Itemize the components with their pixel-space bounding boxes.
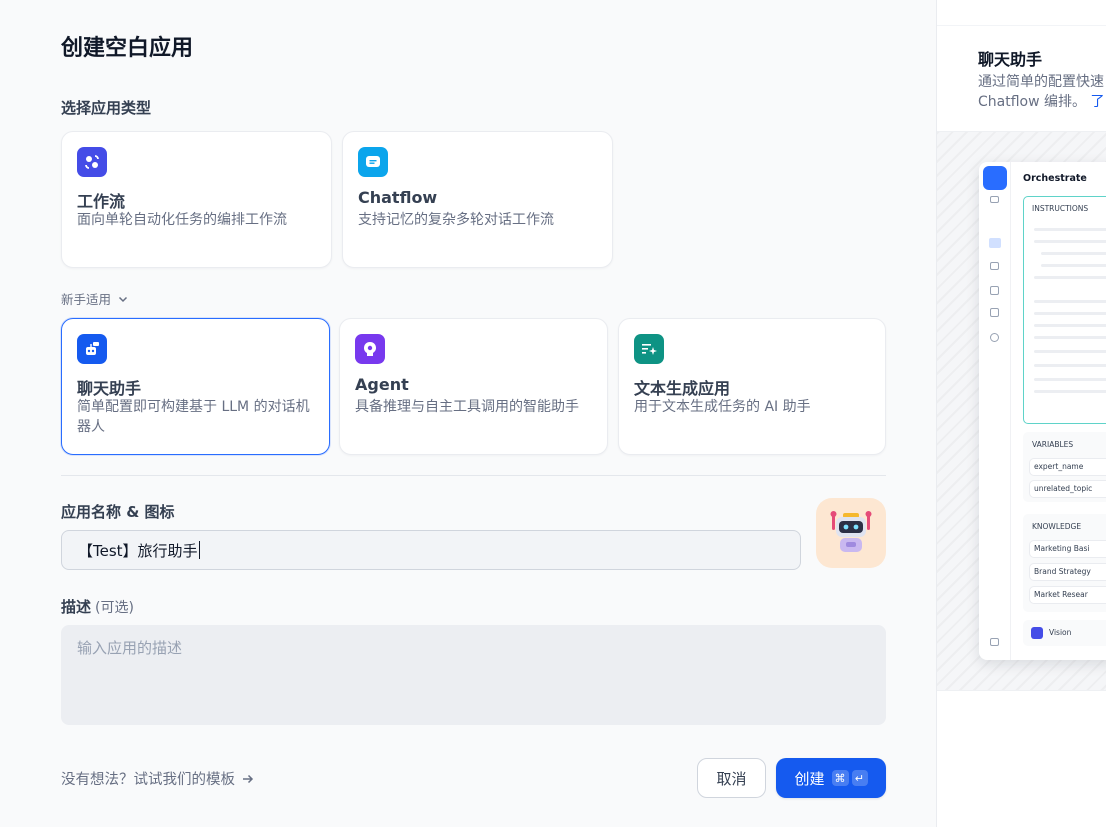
- arrow-right-icon: [243, 774, 254, 783]
- terminal-icon: [990, 262, 999, 270]
- card-title: Chatflow: [358, 188, 438, 207]
- template-link-text: 没有想法？试试我们的模板: [61, 772, 235, 788]
- card-chatflow[interactable]: Chatflow 支持记忆的复杂多轮对话工作流: [342, 131, 613, 268]
- card-chatbot[interactable]: 聊天助手 简单配置即可构建基于 LLM 的对话机器人: [61, 318, 330, 455]
- app-name-input[interactable]: 【Test】旅行助手: [61, 530, 801, 570]
- preview-sidebar: [979, 162, 1011, 660]
- card-desc: 简单配置即可构建基于 LLM 的对话机器人: [77, 399, 310, 435]
- description-placeholder: 输入应用的描述: [77, 639, 183, 657]
- preview-desc-line2: Chatflow 编排。: [978, 94, 1087, 110]
- placeholder-bar: [1034, 336, 1106, 339]
- enter-key: ↵: [851, 770, 868, 786]
- instructions-label: INSTRUCTIONS: [1032, 204, 1089, 213]
- workflow-icon: [77, 147, 107, 177]
- vision-label: Vision: [1049, 628, 1072, 637]
- card-workflow[interactable]: 工作流 面向单轮自动化任务的编排工作流: [61, 131, 332, 268]
- card-text-generator[interactable]: 文本生成应用 用于文本生成任务的 AI 助手: [618, 318, 886, 455]
- beginner-toggle[interactable]: 新手适用: [61, 289, 129, 308]
- variable-name: unrelated_topic: [1034, 484, 1093, 493]
- card-title: 工作流: [77, 192, 126, 211]
- prompt-icon: [989, 238, 1001, 248]
- text-generator-icon: [634, 334, 664, 364]
- placeholder-bar: [1034, 300, 1106, 303]
- card-title: Agent: [355, 375, 409, 394]
- placeholder-bar: [1034, 312, 1106, 315]
- create-app-panel: 创建空白应用 选择应用类型 工作流 面向单轮自动化任务的编排工作流 Chatfl…: [0, 0, 936, 827]
- orchestrate-label: Orchestrate: [1023, 173, 1087, 184]
- placeholder-bar: [1034, 276, 1106, 279]
- file-icon: [990, 308, 999, 317]
- doc-icon: [990, 286, 999, 295]
- create-button[interactable]: 创建 ⌘ ↵: [776, 758, 886, 798]
- chatflow-icon: [358, 147, 388, 177]
- template-link[interactable]: 没有想法？试试我们的模板: [61, 768, 255, 789]
- preview-title: 聊天助手: [978, 50, 1043, 69]
- preview-screenshot: Orchestrate INSTRUCTIONS VARIABLES exper…: [979, 162, 1106, 660]
- knowledge-name: Market Resear: [1034, 590, 1088, 599]
- panel-icon: [990, 638, 999, 646]
- learn-more-link[interactable]: 了: [1090, 94, 1104, 110]
- settings-icon: [990, 196, 999, 203]
- placeholder-bar: [1034, 228, 1106, 231]
- description-label: 描述 (可选): [61, 596, 134, 617]
- placeholder-bar: [1034, 240, 1106, 243]
- cancel-button[interactable]: 取消: [697, 758, 766, 798]
- text-caret: [198, 541, 200, 559]
- preview-desc: 通过简单的配置快速 Chatflow 编排。 了: [978, 72, 1104, 112]
- placeholder-bar: [1034, 324, 1106, 327]
- agent-icon: [355, 334, 385, 364]
- card-title: 聊天助手: [77, 379, 142, 398]
- chevron-down-icon: [118, 296, 128, 302]
- preview-panel: 聊天助手 通过简单的配置快速 Chatflow 编排。 了 Orchestrat…: [936, 0, 1106, 827]
- knowledge-name: Brand Strategy: [1034, 567, 1091, 576]
- beginner-label: 新手适用: [61, 292, 112, 307]
- card-desc: 支持记忆的复杂多轮对话工作流: [358, 212, 554, 228]
- knowledge-label: KNOWLEDGE: [1032, 522, 1082, 531]
- name-icon-label: 应用名称 & 图标: [61, 503, 175, 521]
- knowledge-name: Marketing Basi: [1034, 544, 1090, 553]
- divider: [61, 475, 886, 476]
- select-type-label: 选择应用类型: [61, 99, 152, 117]
- vision-icon: [1031, 627, 1043, 639]
- divider: [937, 25, 1106, 26]
- card-desc: 具备推理与自主工具调用的智能助手: [355, 399, 579, 415]
- description-label-text: 描述: [61, 598, 92, 616]
- placeholder-bar: [1041, 252, 1106, 255]
- optional-tag: (可选): [95, 600, 134, 616]
- card-agent[interactable]: Agent 具备推理与自主工具调用的智能助手: [339, 318, 608, 455]
- create-label: 创建: [794, 770, 825, 788]
- cmd-key: ⌘: [831, 770, 849, 786]
- card-desc: 用于文本生成任务的 AI 助手: [634, 399, 811, 415]
- app-icon-picker[interactable]: [816, 498, 886, 568]
- card-title: 文本生成应用: [634, 379, 731, 398]
- preview-desc-line1: 通过简单的配置快速: [978, 74, 1104, 90]
- bot-avatar-icon: [983, 166, 1007, 190]
- placeholder-bar: [1034, 378, 1106, 381]
- placeholder-bar: [1034, 390, 1106, 393]
- description-textarea[interactable]: 输入应用的描述: [61, 625, 886, 725]
- chatbot-icon: [77, 334, 107, 364]
- placeholder-bar: [1041, 264, 1106, 267]
- robot-icon: [830, 511, 872, 552]
- page-title: 创建空白应用: [61, 36, 194, 61]
- placeholder-bar: [1034, 350, 1106, 353]
- variable-name: expert_name: [1034, 462, 1084, 471]
- app-name-value: 【Test】旅行助手: [78, 541, 198, 560]
- variables-label: VARIABLES: [1032, 440, 1074, 449]
- card-desc: 面向单轮自动化任务的编排工作流: [77, 212, 287, 228]
- placeholder-bar: [1034, 364, 1106, 367]
- globe-icon: [990, 333, 999, 342]
